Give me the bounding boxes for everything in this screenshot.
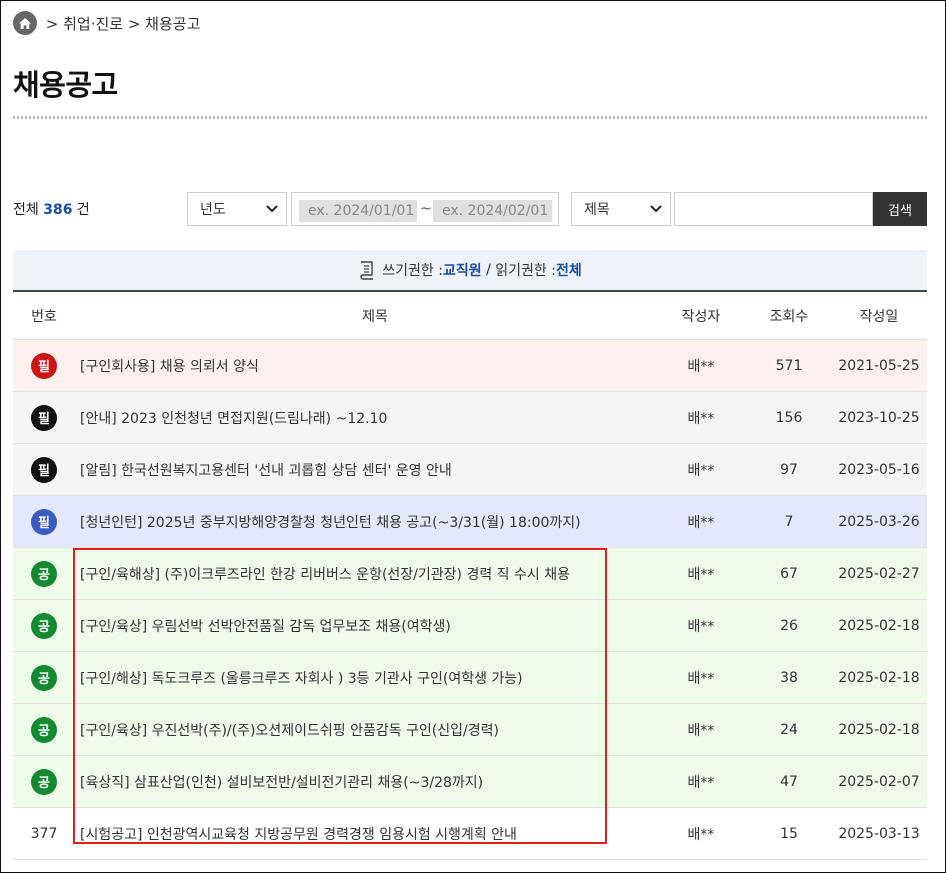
search-field-value: 제목 (584, 202, 610, 218)
post-views: 47 (780, 773, 798, 790)
date-range: ex. 2024/01/01 ~ ex. 2024/02/01 (291, 192, 559, 226)
date-to-placeholder: ex. 2024/02/01 (442, 203, 549, 219)
breadcrumb: > 취업·진로 > 채용공고 (13, 10, 200, 36)
permission-bar: 쓰기권한 : 교직원 / 읽기권한 : 전체 (13, 250, 927, 292)
post-date: 2023-10-25 (838, 409, 920, 426)
post-views: 24 (780, 721, 798, 738)
table-header: 번호 제목 작성자 조회수 작성일 (13, 292, 927, 340)
col-title: 제목 (362, 308, 388, 325)
post-date: 2025-02-07 (838, 773, 920, 790)
total-suffix: 건 (72, 202, 90, 218)
chevron-down-icon (650, 205, 662, 213)
write-permission-label: 쓰기권한 : (382, 263, 443, 279)
notice-badge: 공 (31, 560, 57, 587)
date-from-input[interactable]: ex. 2024/01/01 (299, 200, 417, 222)
highlight-box (73, 548, 607, 844)
notice-badge: 필 (31, 508, 57, 535)
col-no: 번호 (31, 308, 57, 325)
post-views: 156 (775, 409, 803, 426)
col-views: 조회수 (769, 308, 809, 325)
col-writer: 작성자 (681, 308, 721, 325)
notice-badge: 공 (31, 768, 57, 795)
post-writer: 배** (687, 566, 715, 583)
post-title-link[interactable]: [구인회사용] 채용 의뢰서 양식 (80, 340, 670, 391)
post-date: 2021-05-25 (838, 357, 920, 374)
row-number: 공 (13, 600, 75, 651)
post-writer: 배** (687, 514, 715, 531)
col-date: 작성일 (859, 308, 899, 325)
post-writer: 배** (687, 670, 715, 687)
notice-badge: 공 (31, 664, 57, 691)
year-select[interactable]: 년도 (187, 192, 287, 226)
row-number: 필 (13, 340, 75, 391)
row-number: 공 (13, 704, 75, 755)
post-writer: 배** (687, 826, 715, 843)
row-number: 377 (13, 808, 75, 859)
notice-badge: 필 (31, 404, 57, 431)
search-input[interactable] (674, 192, 873, 226)
post-views: 26 (780, 617, 798, 634)
read-permission-value: 전체 (555, 263, 582, 279)
table-row[interactable]: 필 [구인회사용] 채용 의뢰서 양식 배** 571 2021-05-25 (13, 340, 927, 392)
post-views: 38 (780, 669, 798, 686)
row-number: 필 (13, 444, 75, 495)
row-number: 필 (13, 392, 75, 443)
post-title-link[interactable]: [안내] 2023 인천청년 면접지원(드림나래) ~12.10 (80, 392, 670, 443)
total-number: 386 (43, 202, 73, 218)
post-views: 571 (775, 357, 803, 374)
notice-badge: 필 (31, 352, 57, 379)
notice-badge: 필 (31, 456, 57, 483)
scroll-icon (360, 261, 374, 280)
row-number: 공 (13, 756, 75, 807)
post-date: 2025-03-26 (838, 513, 920, 530)
post-writer: 배** (687, 722, 715, 739)
year-select-value: 년도 (200, 202, 226, 218)
post-date: 2023-05-16 (838, 461, 920, 478)
notice-badge: 공 (31, 612, 57, 639)
post-date: 2025-02-18 (838, 617, 920, 634)
total-prefix: 전체 (13, 202, 44, 218)
post-views: 7 (784, 513, 794, 530)
date-to-input[interactable]: ex. 2024/02/01 (433, 200, 552, 222)
search-button[interactable]: 검색 (873, 192, 927, 226)
row-number-text: 377 (30, 825, 58, 842)
post-writer: 배** (687, 410, 715, 427)
row-number: 필 (13, 496, 75, 547)
post-date: 2025-02-18 (838, 669, 920, 686)
search-field-select[interactable]: 제목 (571, 192, 671, 226)
post-writer: 배** (687, 462, 715, 479)
write-permission-value: 교직원 (442, 263, 482, 279)
post-title-link[interactable]: [알림] 한국선원복지고용센터 '선내 괴롭힘 상담 센터' 운영 안내 (80, 444, 670, 495)
row-number: 공 (13, 548, 75, 599)
post-date: 2025-02-18 (838, 721, 920, 738)
post-date: 2025-02-27 (838, 565, 920, 582)
date-separator: ~ (420, 201, 432, 217)
table-row[interactable]: 필 [청년인턴] 2025년 중부지방해양경찰청 청년인턴 채용 공고(~3/31… (13, 496, 927, 548)
home-icon[interactable] (13, 11, 37, 35)
page-title: 채용공고 (13, 68, 118, 102)
notice-badge: 공 (31, 716, 57, 743)
date-from-placeholder: ex. 2024/01/01 (308, 203, 415, 219)
table-row[interactable]: 필 [안내] 2023 인천청년 면접지원(드림나래) ~12.10 배** 156 2… (13, 392, 927, 444)
post-writer: 배** (687, 358, 715, 375)
post-date: 2025-03-13 (838, 825, 920, 842)
chevron-down-icon (266, 205, 278, 213)
permission-separator: / (481, 262, 496, 278)
post-views: 15 (780, 825, 798, 842)
post-writer: 배** (687, 774, 715, 791)
row-number: 공 (13, 652, 75, 703)
post-views: 67 (780, 565, 798, 582)
total-count: 전체 386 건 (13, 199, 90, 219)
post-writer: 배** (687, 618, 715, 635)
breadcrumb-path: > 취업·진로 > 채용공고 (41, 14, 201, 33)
post-views: 97 (780, 461, 798, 478)
post-title-link[interactable]: [청년인턴] 2025년 중부지방해양경찰청 청년인턴 채용 공고(~3/31(… (80, 496, 670, 547)
read-permission-label: 읽기권한 : (495, 263, 556, 279)
title-divider (13, 116, 927, 119)
table-row[interactable]: 필 [알림] 한국선원복지고용센터 '선내 괴롭힘 상담 센터' 운영 안내 배**… (13, 444, 927, 496)
